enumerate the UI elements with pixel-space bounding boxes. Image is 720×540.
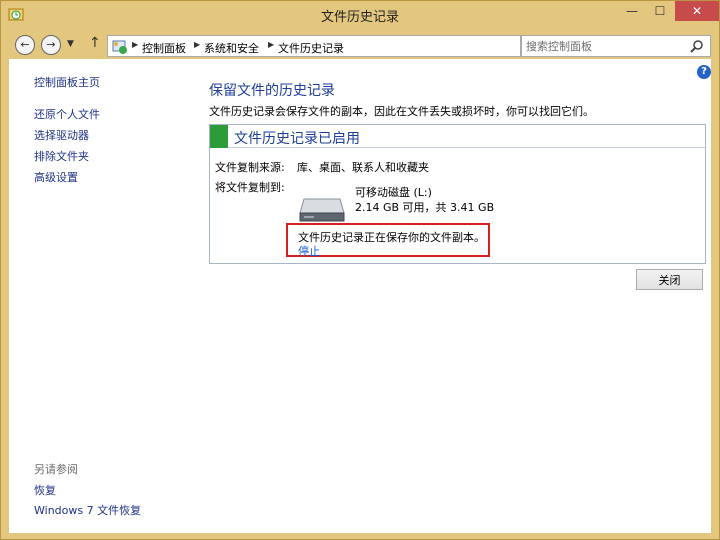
breadcrumb-separator-icon[interactable]: ▶	[268, 40, 274, 49]
minimize-button[interactable]: —	[619, 1, 645, 21]
close-window-button[interactable]: ✕	[675, 1, 719, 21]
stop-link[interactable]: 停止	[298, 243, 320, 259]
sidebar-control-panel-home[interactable]: 控制面板主页	[34, 74, 100, 90]
content-pane: 控制面板主页 还原个人文件 选择驱动器 排除文件夹 高级设置 另请参阅 恢复 W…	[9, 59, 711, 533]
recent-locations-dropdown[interactable]: ▼	[67, 39, 74, 49]
status-title: 文件历史记录已启用	[234, 131, 360, 147]
breadcrumb-separator-icon[interactable]: ▶	[194, 40, 200, 49]
sidebar-item-select-drive[interactable]: 选择驱动器	[34, 127, 89, 143]
see-also-windows7-file-recovery[interactable]: Windows 7 文件恢复	[34, 502, 141, 518]
search-input[interactable]	[526, 38, 686, 54]
close-button[interactable]: 关闭	[636, 269, 703, 290]
page-title: 保留文件的历史记录	[209, 83, 335, 99]
forward-button[interactable]: →	[41, 35, 61, 55]
sidebar-item-advanced-settings[interactable]: 高级设置	[34, 169, 78, 185]
see-also-label: 另请参阅	[34, 463, 78, 476]
arrow-up-icon: ↑	[89, 35, 101, 51]
title-bar[interactable]: 文件历史记录 — ☐ ✕	[1, 1, 719, 29]
search-box[interactable]	[521, 35, 711, 57]
control-panel-icon	[112, 40, 127, 54]
removable-drive-icon	[299, 198, 345, 222]
breadcrumb-file-history[interactable]: 文件历史记录	[278, 40, 344, 56]
saving-status-text: 文件历史记录正在保存你的文件副本。	[298, 231, 485, 244]
sidebar-item-exclude-folders[interactable]: 排除文件夹	[34, 148, 89, 164]
breadcrumb-separator-icon[interactable]: ▶	[132, 40, 138, 49]
copy-source-value: 库、桌面、联系人和收藏夹	[297, 161, 429, 174]
drive-name: 可移动磁盘 (L:)	[355, 186, 432, 199]
sidebar-item-restore-personal-files[interactable]: 还原个人文件	[34, 106, 100, 122]
copy-destination-label: 将文件复制到:	[215, 181, 285, 194]
help-icon[interactable]: ?	[697, 65, 711, 79]
file-history-window: 文件历史记录 — ☐ ✕ ← → ▼ ↑ ▶ 控制面板 ▶ 系统和安全 ▶ 文件…	[0, 0, 720, 540]
saving-status-highlight: 文件历史记录正在保存你的文件副本。 停止	[286, 223, 490, 259]
maximize-button[interactable]: ☐	[647, 1, 673, 21]
file-history-status-panel: 文件历史记录已启用 文件复制来源: 库、桌面、联系人和收藏夹 将文件复制到: 可…	[209, 124, 706, 264]
search-icon[interactable]	[689, 39, 705, 55]
breadcrumb-control-panel[interactable]: 控制面板	[142, 40, 186, 56]
up-button[interactable]: ↑	[89, 35, 101, 51]
drive-free-space: 2.14 GB 可用，共 3.41 GB	[355, 201, 495, 214]
window-title: 文件历史记录	[320, 10, 399, 25]
status-header: 文件历史记录已启用	[210, 125, 705, 148]
breadcrumb[interactable]: ▶ 控制面板 ▶ 系统和安全 ▶ 文件历史记录 ▼ ↻	[107, 35, 604, 57]
see-also-recovery[interactable]: 恢复	[34, 482, 56, 498]
arrow-left-icon: ←	[20, 38, 30, 51]
address-bar: ← → ▼ ↑ ▶ 控制面板 ▶ 系统和安全 ▶ 文件历史记录 ▼ ↻	[9, 31, 711, 59]
breadcrumb-system-security[interactable]: 系统和安全	[204, 40, 259, 56]
copy-source-label: 文件复制来源:	[215, 161, 285, 174]
arrow-right-icon: →	[46, 38, 56, 51]
page-description: 文件历史记录会保存文件的副本，因此在文件丢失或损坏时，你可以找回它们。	[209, 105, 594, 118]
status-green-indicator	[210, 125, 228, 148]
chevron-down-icon: ▼	[67, 39, 74, 49]
back-button[interactable]: ←	[15, 35, 35, 55]
